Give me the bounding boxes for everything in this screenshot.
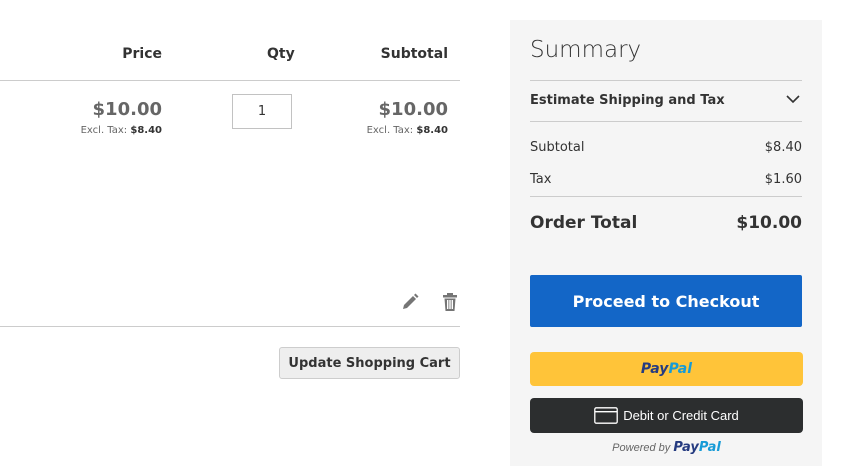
excl-tax-label: Excl. Tax: (80, 125, 128, 136)
excl-tax-value: $8.40 (416, 125, 448, 136)
summary-title: Summary (530, 37, 642, 63)
card-button-label: Debit or Credit Card (623, 408, 739, 423)
paypal-logo-pal: Pal (698, 440, 721, 455)
paypal-logo-pay: Pay (640, 361, 669, 377)
order-total-label: Order Total (530, 213, 638, 233)
header-divider (0, 80, 460, 81)
item-subtotal: $10.00 (378, 99, 448, 120)
item-subtotal-excl-tax: Excl. Tax: $8.40 (367, 125, 448, 136)
excl-tax-value: $8.40 (130, 125, 162, 136)
summary-panel: Summary Estimate Shipping and Tax Subtot… (510, 20, 822, 466)
paypal-button[interactable]: PayPal (530, 352, 803, 386)
order-total-value: $10.00 (736, 213, 802, 233)
price-header: Price (122, 46, 162, 62)
estimate-shipping-toggle[interactable]: Estimate Shipping and Tax (530, 80, 802, 121)
update-cart-button[interactable]: Update Shopping Cart (279, 347, 460, 379)
summary-divider (530, 121, 802, 122)
subtotal-label: Subtotal (530, 140, 585, 155)
paypal-logo: PayPal (641, 361, 692, 377)
tax-value: $1.60 (764, 172, 802, 187)
paypal-logo-pal: Pal (668, 361, 693, 377)
item-price: $10.00 (92, 99, 162, 120)
subtotal-value: $8.40 (764, 140, 802, 155)
pencil-icon[interactable] (400, 292, 420, 312)
summary-divider (530, 196, 802, 197)
paypal-logo: PayPal (673, 440, 720, 455)
paypal-logo-pay: Pay (673, 440, 699, 455)
tax-label: Tax (530, 172, 552, 187)
powered-by-text: Powered by (612, 442, 671, 454)
chevron-down-icon (786, 95, 800, 104)
item-price-excl-tax: Excl. Tax: $8.40 (81, 125, 162, 136)
qty-header: Qty (267, 46, 295, 62)
estimate-shipping-label: Estimate Shipping and Tax (530, 93, 725, 108)
powered-by-paypal: Powered by PayPal (530, 440, 803, 455)
credit-card-icon (594, 407, 619, 424)
trash-icon[interactable] (440, 292, 460, 312)
debit-credit-card-button[interactable]: Debit or Credit Card (530, 398, 803, 433)
cart-table: Price Qty Subtotal $10.00 Excl. Tax: $8.… (0, 0, 460, 466)
qty-input[interactable] (232, 94, 292, 129)
proceed-to-checkout-button[interactable]: Proceed to Checkout (530, 275, 802, 327)
subtotal-header: Subtotal (380, 46, 448, 62)
item-divider (0, 326, 460, 327)
excl-tax-label: Excl. Tax: (366, 125, 414, 136)
